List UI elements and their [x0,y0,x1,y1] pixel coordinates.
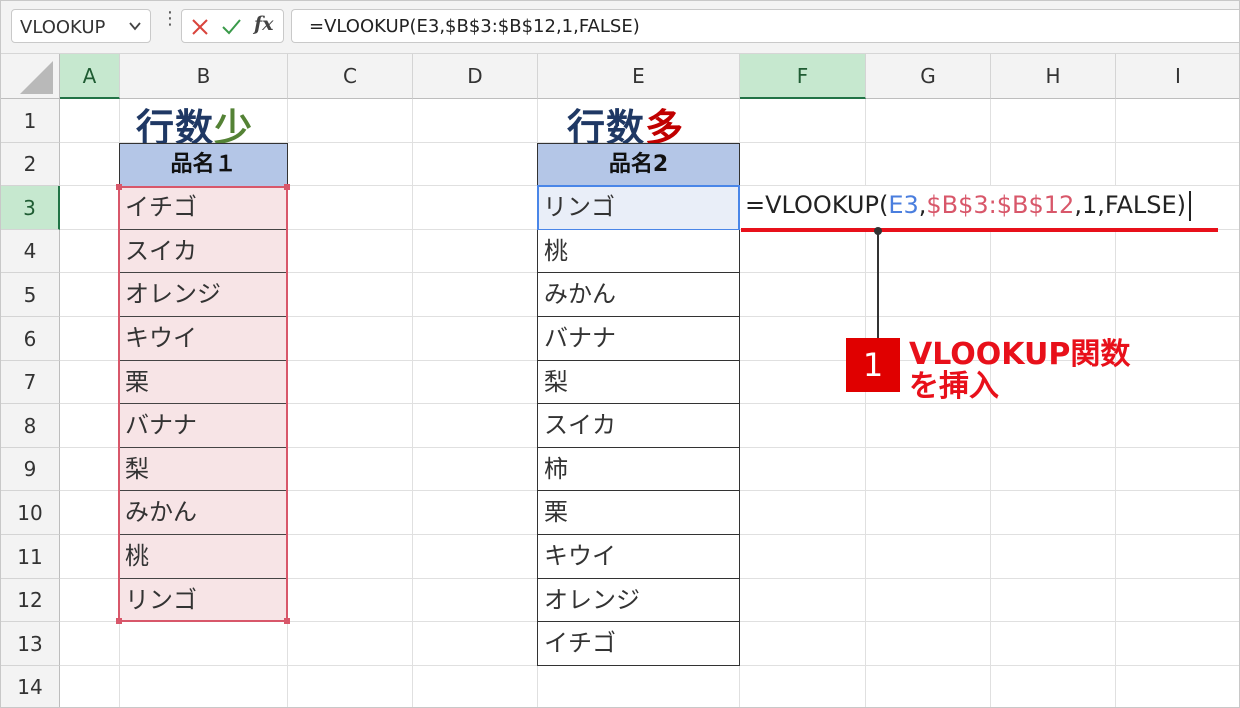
name-box-value: VLOOKUP [20,17,106,38]
table-e-cell[interactable]: 桃 [537,230,740,273]
row-header-1[interactable]: 1 [1,99,60,143]
row-header-12[interactable]: 12 [1,579,60,622]
table-b-cell[interactable]: 桃 [119,535,288,579]
formula-arg-range: $B$3:$B$12 [926,191,1075,219]
table-b-cell[interactable]: みかん [119,491,288,535]
col-header-d[interactable]: D [413,54,538,99]
formula-text: =VLOOKUP(E3,$B$3:$B$12,1,FALSE) [309,16,640,37]
col-header-b[interactable]: B [120,54,288,99]
table-e-cell[interactable]: みかん [537,273,740,317]
table-b-header[interactable]: 品名１ [119,143,288,187]
row-header-6[interactable]: 6 [1,317,60,361]
row-header-14[interactable]: 14 [1,666,60,707]
step-callout-text: VLOOKUP関数 を挿入 [909,339,1130,403]
row-header-10[interactable]: 10 [1,491,60,535]
text-cursor [1189,191,1191,221]
table-e-cell[interactable]: リンゴ [537,186,740,230]
table-e-cell[interactable]: イチゴ [537,622,740,666]
col-header-g[interactable]: G [866,54,991,99]
formula-input[interactable]: =VLOOKUP(E3,$B$3:$B$12,1,FALSE) [291,9,1239,43]
table-b-cell[interactable]: 梨 [119,448,288,491]
table-e-cell[interactable]: バナナ [537,317,740,361]
annotation-underline [741,228,1218,232]
table-e-header[interactable]: 品名2 [537,143,740,186]
insert-function-icon[interactable]: fx [254,13,276,35]
table-e-cell[interactable]: 柿 [537,448,740,491]
formula-arg-e3: E3 [888,191,919,219]
row-header-5[interactable]: 5 [1,273,60,317]
formula-bar: VLOOKUP ⋮ fx =VLOOKUP(E3,$B$3:$B$12,1,FA… [1,1,1239,54]
select-all-icon [20,61,53,94]
select-all-corner[interactable] [1,54,60,99]
row-header-13[interactable]: 13 [1,622,60,666]
excel-window: VLOOKUP ⋮ fx =VLOOKUP(E3,$B$3:$B$12,1,FA… [0,0,1240,708]
active-cell-editor[interactable]: =VLOOKUP(E3,$B$3:$B$12,1,FALSE) [740,186,1220,229]
table-e-cell[interactable]: オレンジ [537,579,740,622]
table-e-cell[interactable]: スイカ [537,404,740,448]
row-header-2[interactable]: 2 [1,143,60,186]
table-b-cell[interactable]: オレンジ [119,273,288,317]
table-e-cell[interactable]: キウイ [537,535,740,579]
annotation-leader-line [877,230,879,342]
more-options-icon[interactable]: ⋮ [161,10,179,37]
table-b-cell[interactable]: キウイ [119,317,288,361]
row-header-11[interactable]: 11 [1,535,60,579]
col-header-c[interactable]: C [288,54,413,99]
checkmark-icon[interactable] [220,16,242,38]
cell-formula: =VLOOKUP(E3,$B$3:$B$12,1,FALSE) [745,191,1191,221]
table-b-cell[interactable]: イチゴ [119,186,288,230]
col-header-f[interactable]: F [740,54,866,99]
col-header-h[interactable]: H [991,54,1116,99]
formula-rest: ,1,FALSE) [1074,191,1186,219]
table-b-cell[interactable]: スイカ [119,230,288,273]
name-box[interactable]: VLOOKUP [11,9,151,43]
table-b-cell[interactable]: 栗 [119,361,288,404]
row-header-8[interactable]: 8 [1,404,60,448]
table-e-cell[interactable]: 梨 [537,361,740,404]
table-e-cell[interactable]: 栗 [537,491,740,535]
row-header-4[interactable]: 4 [1,230,60,273]
step-number-badge: 1 [846,338,900,392]
cancel-icon[interactable] [189,16,211,38]
col-header-a[interactable]: A [60,54,120,99]
table-b-cell[interactable]: バナナ [119,404,288,448]
row-header-3[interactable]: 3 [1,186,60,230]
row-header-9[interactable]: 9 [1,448,60,491]
col-header-i[interactable]: I [1116,54,1239,99]
formula-prefix: =VLOOKUP( [745,191,889,219]
formula-buttons: fx [181,9,284,43]
col-header-e[interactable]: E [538,54,740,99]
row-header-7[interactable]: 7 [1,361,60,404]
chevron-down-icon[interactable] [128,19,142,33]
callout-line-1: VLOOKUP関数 [909,337,1131,372]
table-b-cell[interactable]: リンゴ [119,579,288,622]
callout-line-2: を挿入 [909,369,999,404]
